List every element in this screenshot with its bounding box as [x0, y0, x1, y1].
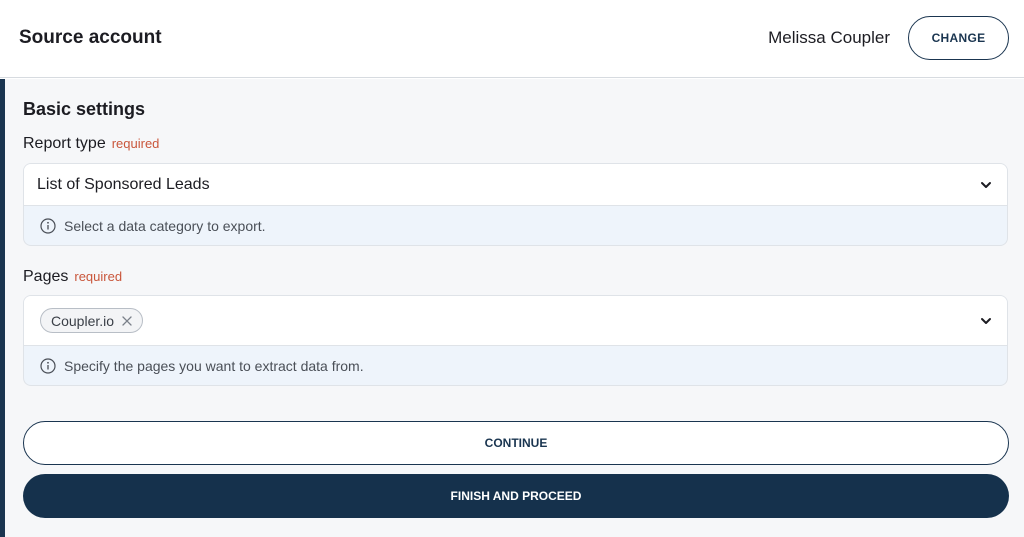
finish-and-proceed-button[interactable]: FINISH AND PROCEED	[23, 474, 1009, 518]
pages-label-text: Pages	[23, 268, 69, 285]
report-type-field: List of Sponsored Leads Select a data ca…	[23, 163, 1008, 246]
source-account-title: Source account	[19, 27, 162, 48]
active-section-indicator	[0, 79, 5, 537]
page-chip-label: Coupler.io	[51, 312, 115, 329]
basic-settings-panel: Basic settings Report type required List …	[0, 79, 1024, 537]
report-type-label: Report type required	[23, 135, 159, 153]
pages-label: Pages required	[23, 268, 122, 286]
report-type-label-text: Report type	[23, 135, 106, 152]
chevron-down-icon[interactable]	[979, 314, 993, 328]
pages-multiselect[interactable]: Coupler.io	[24, 296, 1007, 346]
pages-required-badge: required	[74, 269, 123, 284]
change-account-button[interactable]: CHANGE	[908, 16, 1009, 60]
info-icon	[40, 358, 56, 374]
report-type-value: List of Sponsored Leads	[37, 176, 210, 193]
basic-settings-title: Basic settings	[23, 99, 146, 119]
report-type-select[interactable]: List of Sponsored Leads	[24, 164, 1007, 206]
report-type-required-badge: required	[111, 136, 160, 151]
pages-hint-text: Specify the pages you want to extract da…	[64, 358, 364, 374]
report-type-hint: Select a data category to export.	[24, 206, 1007, 245]
account-name: Melissa Coupler	[768, 28, 890, 47]
continue-button[interactable]: CONTINUE	[23, 421, 1009, 465]
info-icon	[40, 218, 56, 234]
source-account-header: Source account Melissa Coupler CHANGE	[0, 0, 1024, 78]
pages-field: Coupler.io Specify the pages you want to…	[23, 295, 1008, 386]
page-chip-coupler: Coupler.io	[40, 308, 144, 333]
report-type-hint-text: Select a data category to export.	[64, 218, 266, 234]
chevron-down-icon[interactable]	[979, 178, 993, 192]
pages-hint: Specify the pages you want to extract da…	[24, 346, 1007, 385]
close-icon[interactable]	[122, 315, 132, 326]
